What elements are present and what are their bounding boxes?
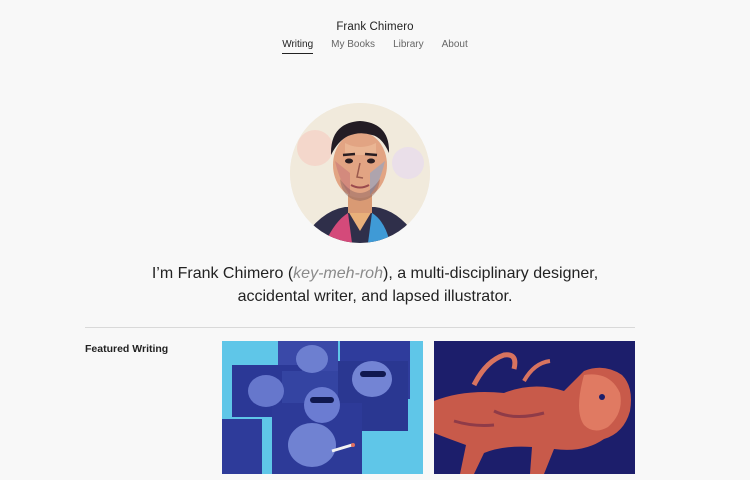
section-divider: [85, 327, 635, 328]
featured-item-1[interactable]: [222, 341, 423, 474]
intro-text: I’m Frank Chimero (key-meh-roh), a multi…: [150, 262, 600, 308]
page: Frank Chimero Writing My Books Library A…: [0, 0, 750, 480]
portrait-illustration: [290, 103, 430, 243]
main-nav: Writing My Books Library About: [0, 39, 750, 54]
nav-my-books[interactable]: My Books: [331, 39, 375, 54]
pronunciation: key-meh-roh: [293, 265, 383, 282]
nav-about[interactable]: About: [442, 39, 468, 54]
featured-item-2[interactable]: [434, 341, 635, 474]
featured-writing-heading: Featured Writing: [85, 343, 169, 355]
blue-collage-image: [222, 341, 423, 474]
intro-before: I’m Frank Chimero (: [151, 265, 294, 282]
avatar: [290, 103, 430, 243]
nav-library[interactable]: Library: [393, 39, 424, 54]
site-title[interactable]: Frank Chimero: [0, 21, 750, 33]
nav-writing[interactable]: Writing: [282, 39, 314, 54]
orange-lion-image: [434, 341, 635, 474]
